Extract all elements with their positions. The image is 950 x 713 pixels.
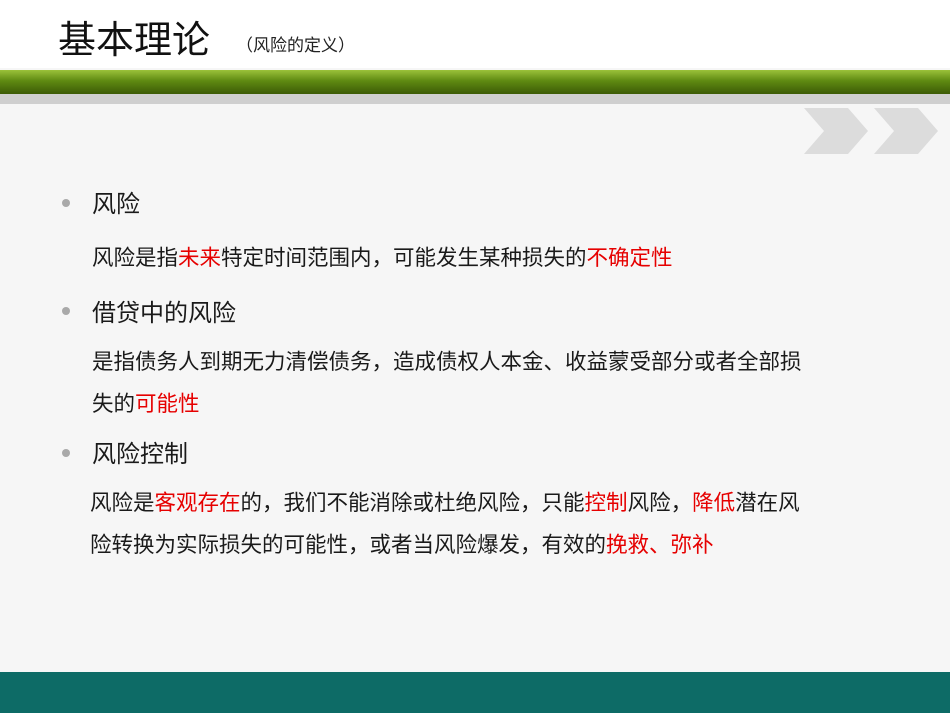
section-text: 险转换为实际损失的可能性，或者当风险爆发，有效的挽救、弥补: [90, 525, 714, 567]
highlighted-text: 控制: [584, 491, 628, 516]
slide-title: 基本理论: [58, 18, 211, 62]
footer-bar: [0, 672, 950, 713]
text-segment: 险转换为实际损失的可能性，或者当风险爆发，有效的: [90, 533, 607, 558]
text-segment: 潜在风: [735, 491, 800, 516]
section-heading: 风险控制: [92, 440, 188, 468]
highlighted-text: 可能性: [135, 392, 200, 417]
highlighted-text: 不确定性: [586, 246, 673, 271]
text-segment: 是指债务人到期无力清偿债务，造成债权人本金、收益蒙受部分或者全部损: [92, 350, 802, 375]
bullet-marker: [62, 199, 70, 207]
highlighted-text: 挽救、弥补: [606, 533, 714, 558]
section-text: 风险是指未来特定时间范围内，可能发生某种损失的不确定性: [92, 238, 673, 280]
text-segment: 的，我们不能消除或杜绝风险，只能: [240, 491, 585, 516]
highlighted-text: 客观存在: [154, 491, 241, 516]
header-gray-bar: [0, 94, 950, 104]
section-heading: 借贷中的风险: [92, 299, 236, 327]
double-chevron-right-icon: [804, 108, 944, 158]
section-heading: 风险: [92, 190, 140, 218]
text-segment: 风险是指: [92, 246, 179, 271]
text-segment: 风险，: [627, 491, 693, 516]
text-segment: 特定时间范围内，可能发生某种损失的: [221, 246, 587, 271]
highlighted-text: 未来: [178, 246, 222, 271]
slide-header: 基本理论 （风险的定义）: [0, 0, 950, 68]
text-segment: 失的: [92, 392, 136, 417]
section-text: 失的可能性: [92, 384, 200, 426]
bullet-marker: [62, 449, 70, 457]
section-text: 是指债务人到期无力清偿债务，造成债权人本金、收益蒙受部分或者全部损: [92, 342, 802, 384]
slide-subtitle: （风险的定义）: [236, 36, 355, 56]
bullet-marker: [62, 307, 70, 315]
header-green-bar: [0, 70, 950, 94]
text-segment: 风险是: [90, 491, 155, 516]
highlighted-text: 降低: [692, 491, 736, 516]
section-text: 风险是客观存在的，我们不能消除或杜绝风险，只能控制风险，降低潜在风: [90, 483, 800, 525]
